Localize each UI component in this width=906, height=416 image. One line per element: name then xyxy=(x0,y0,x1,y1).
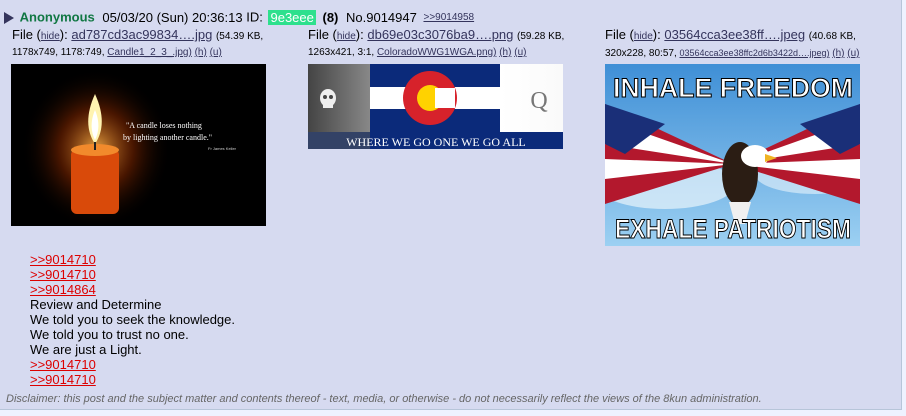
file-dims: 1263x421, 3:1, xyxy=(308,47,375,58)
post-date: 05/03/20 (Sun) 20:36:13 xyxy=(102,9,243,25)
file-dims: 320x228, 80:57, xyxy=(605,48,677,59)
poster-name: Anonymous xyxy=(19,9,95,25)
poster-id-label: ID: xyxy=(246,9,263,25)
file-info: File (hide): db69e03c3076ba9….png (59.28… xyxy=(308,26,564,45)
unique-search-link[interactable]: (u) xyxy=(847,48,859,59)
hide-link[interactable]: hide xyxy=(634,31,653,42)
original-filename-link[interactable]: Candle1_2_3_.jpg) xyxy=(107,47,192,58)
quote-link[interactable]: >>9014710 xyxy=(30,372,235,387)
body-text-line: We told you to seek the knowledge. xyxy=(30,312,235,327)
hide-link[interactable]: hide xyxy=(41,31,60,42)
quote-link[interactable]: >>9014710 xyxy=(30,267,235,282)
post-menu-arrow-icon[interactable] xyxy=(4,11,14,24)
backlink[interactable]: >>9014958 xyxy=(423,12,474,23)
original-filename-link[interactable]: 03564cca3ee38ffc2d6b3422d….jpeg) xyxy=(680,48,830,58)
file-info: File (hide): ad787cd3ac99834….jpg (54.39… xyxy=(12,26,263,45)
file-label: File ( xyxy=(12,27,41,42)
file-meta: 1178x749, 1178:749, Candle1_2_3_.jpg) (h… xyxy=(12,45,263,61)
hash-search-link[interactable]: (h) xyxy=(832,48,844,59)
post-container: Anonymous 05/03/20 (Sun) 20:36:13 ID: 9e… xyxy=(0,0,902,410)
eagle-bottom-text: EXHALE PATRIOTISM xyxy=(615,214,851,244)
candle-image: "A candle loses nothing by lighting anot… xyxy=(11,64,266,226)
file-size: (40.68 KB, xyxy=(808,31,856,42)
file-dims: 1178x749, 1178:749, xyxy=(12,47,105,58)
eagle-top-text: INHALE FREEDOM xyxy=(613,73,853,103)
post-disclaimer: Disclaimer: this post and the subject ma… xyxy=(6,393,762,405)
body-text-line: Review and Determine xyxy=(30,297,162,312)
file-name-link[interactable]: ad787cd3ac99834….jpg xyxy=(71,27,212,42)
poster-id-badge[interactable]: 9e3eee xyxy=(268,9,316,25)
eagle-image: INHALE FREEDOM EXHALE PATRIOTISM xyxy=(605,64,860,246)
file-label: File ( xyxy=(605,27,634,42)
quote-link[interactable]: >>9014864 xyxy=(30,282,235,297)
file-size: (54.39 KB, xyxy=(215,31,264,42)
file-size: (59.28 KB, xyxy=(517,31,565,42)
file-label-sep: ): xyxy=(652,27,665,42)
body-text-line: We told you to trust no one. xyxy=(30,327,189,342)
post-intro: Anonymous 05/03/20 (Sun) 20:36:13 ID: 9e… xyxy=(4,8,474,26)
hash-search-link[interactable]: (h) xyxy=(499,47,511,58)
file-1: File (hide): ad787cd3ac99834….jpg (54.39… xyxy=(12,26,263,61)
poster-post-count: (8) xyxy=(322,9,339,25)
unique-search-link[interactable]: (u) xyxy=(514,47,526,58)
quote-link[interactable]: >>9014710 xyxy=(30,252,235,267)
colorado-flag-image: Q WHERE WE GO ONE WE GO ALL xyxy=(308,64,563,149)
flag-banner-text: WHERE WE GO ONE WE GO ALL xyxy=(346,135,526,149)
original-filename-link[interactable]: ColoradoWWG1WGA.png) xyxy=(377,47,496,58)
hash-search-link[interactable]: (h) xyxy=(195,47,207,58)
file-name-link[interactable]: db69e03c3076ba9….png xyxy=(367,27,513,42)
file-name-link[interactable]: 03564cca3ee38ff….jpeg xyxy=(664,27,805,42)
post-number-link[interactable]: No.9014947 xyxy=(346,10,417,25)
file-meta: 1263x421, 3:1, ColoradoWWG1WGA.png) (h) … xyxy=(308,45,564,61)
file-label-sep: ): xyxy=(355,27,368,42)
file-label: File ( xyxy=(308,27,337,42)
thumbnail-candle[interactable]: "A candle loses nothing by lighting anot… xyxy=(11,64,266,226)
quote-link[interactable]: >>9014710 xyxy=(30,357,235,372)
post-body: >>9014710 >>9014710 >>9014864 Review and… xyxy=(30,252,235,387)
body-text-line: We are just a Light. xyxy=(30,342,142,357)
file-info: File (hide): 03564cca3ee38ff….jpeg (40.6… xyxy=(605,26,860,45)
file-label-sep: ): xyxy=(59,27,72,42)
q-letter: Q xyxy=(530,88,547,114)
candle-credit: Fr James Keller xyxy=(208,146,237,151)
thumbnail-eagle[interactable]: INHALE FREEDOM EXHALE PATRIOTISM xyxy=(605,64,860,246)
hide-link[interactable]: hide xyxy=(337,31,356,42)
file-meta: 320x228, 80:57, 03564cca3ee38ffc2d6b3422… xyxy=(605,45,860,62)
file-3: File (hide): 03564cca3ee38ff….jpeg (40.6… xyxy=(605,26,860,62)
file-2: File (hide): db69e03c3076ba9….png (59.28… xyxy=(308,26,564,61)
thumbnail-colorado-flag[interactable]: Q WHERE WE GO ONE WE GO ALL xyxy=(308,64,563,149)
unique-search-link[interactable]: (u) xyxy=(210,47,222,58)
